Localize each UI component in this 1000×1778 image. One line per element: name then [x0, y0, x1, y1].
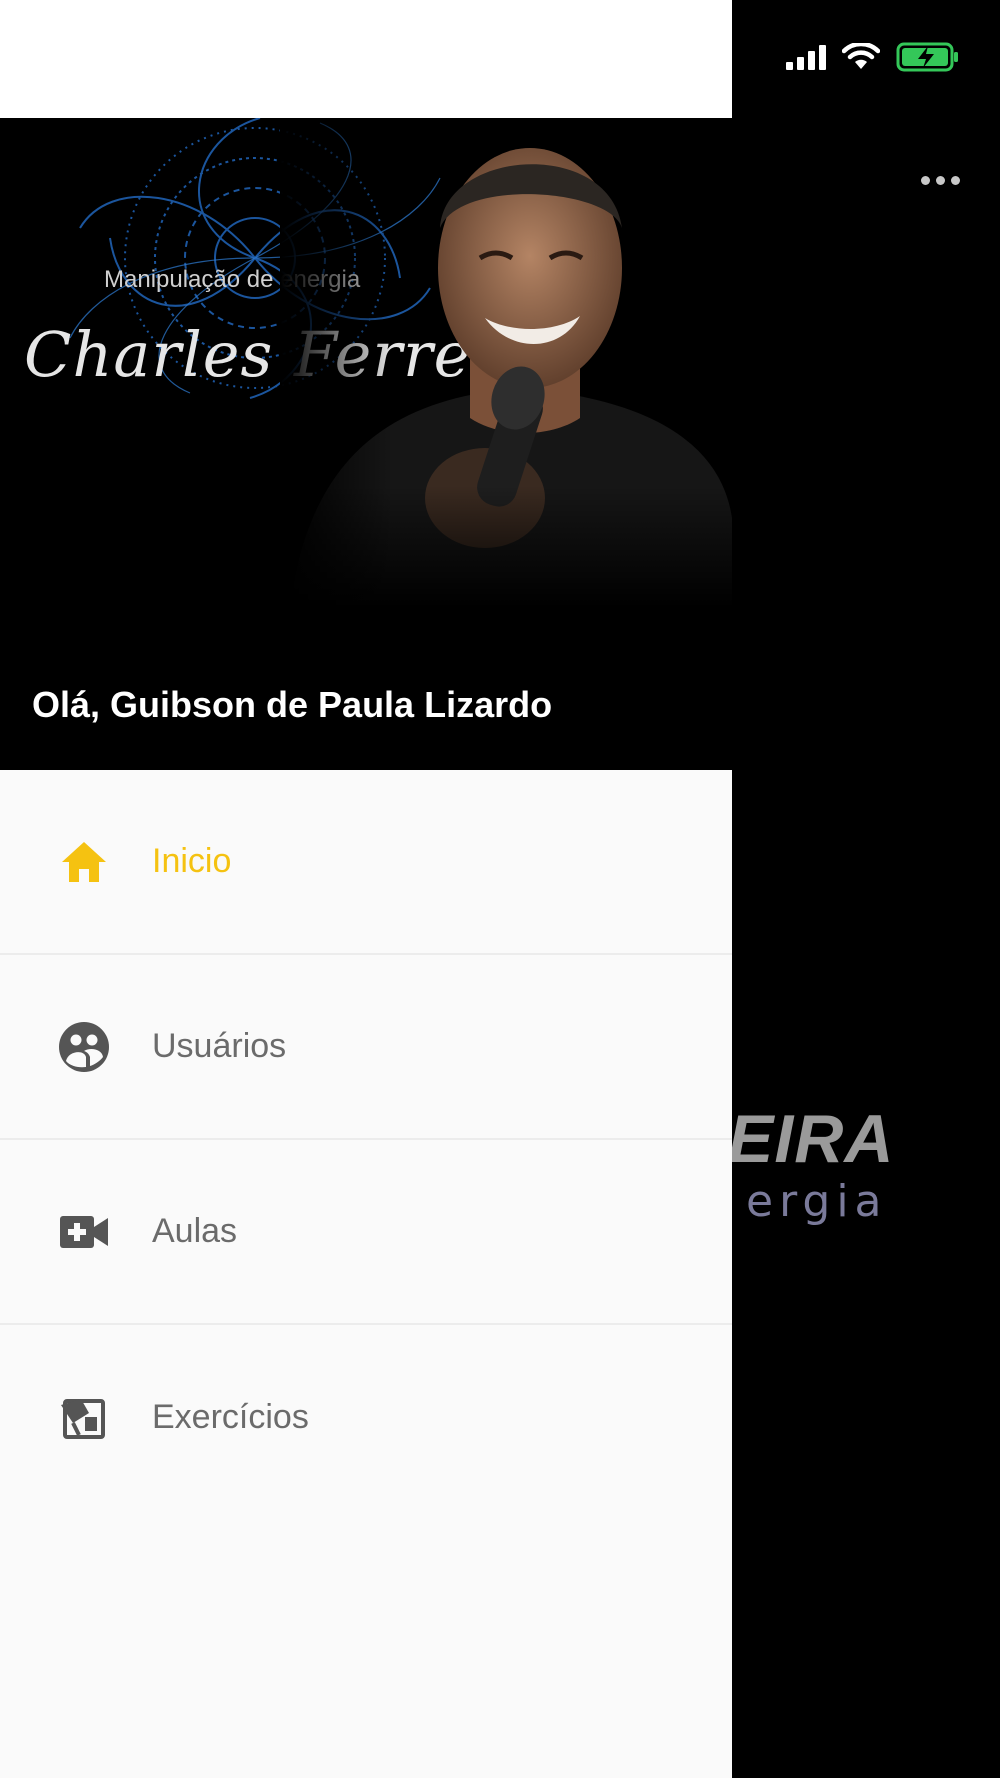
- video-add-icon: [58, 1206, 110, 1258]
- drawer-top-bar: [0, 0, 732, 118]
- battery-charging-icon: [896, 42, 960, 72]
- background-logo-text: EIRA: [728, 1101, 895, 1177]
- menu-item-label: Inicio: [152, 842, 232, 880]
- status-icons: [786, 42, 960, 72]
- drawer-menu: Inicio Usuários Aulas Exercícios: [0, 770, 732, 1510]
- menu-item-inicio[interactable]: Inicio: [0, 770, 732, 955]
- menu-item-exercicios[interactable]: Exercícios: [0, 1325, 732, 1510]
- background-logo-subtext: ergia: [746, 1176, 888, 1227]
- wifi-icon: [842, 43, 880, 71]
- cellular-signal-icon: [786, 44, 826, 70]
- user-greeting: Olá, Guibson de Paula Lizardo: [32, 684, 553, 725]
- background-logo: EIRA ergia: [728, 1100, 948, 1250]
- home-icon: [58, 836, 110, 888]
- menu-item-label: Exercícios: [152, 1398, 309, 1436]
- drawer-header: Charles Ferreira Manipulação de energia: [0, 118, 732, 770]
- menu-item-label: Aulas: [152, 1212, 238, 1250]
- users-icon: [58, 1021, 110, 1073]
- status-bar: [732, 0, 1000, 118]
- navigation-drawer: Charles Ferreira Manipulação de energia: [0, 0, 732, 1778]
- exercise-icon: [58, 1392, 110, 1444]
- more-options-icon[interactable]: [921, 176, 960, 185]
- menu-item-label: Usuários: [152, 1027, 287, 1065]
- profile-portrait-image: [280, 118, 732, 608]
- menu-item-aulas[interactable]: Aulas: [0, 1140, 732, 1325]
- menu-item-usuarios[interactable]: Usuários: [0, 955, 732, 1140]
